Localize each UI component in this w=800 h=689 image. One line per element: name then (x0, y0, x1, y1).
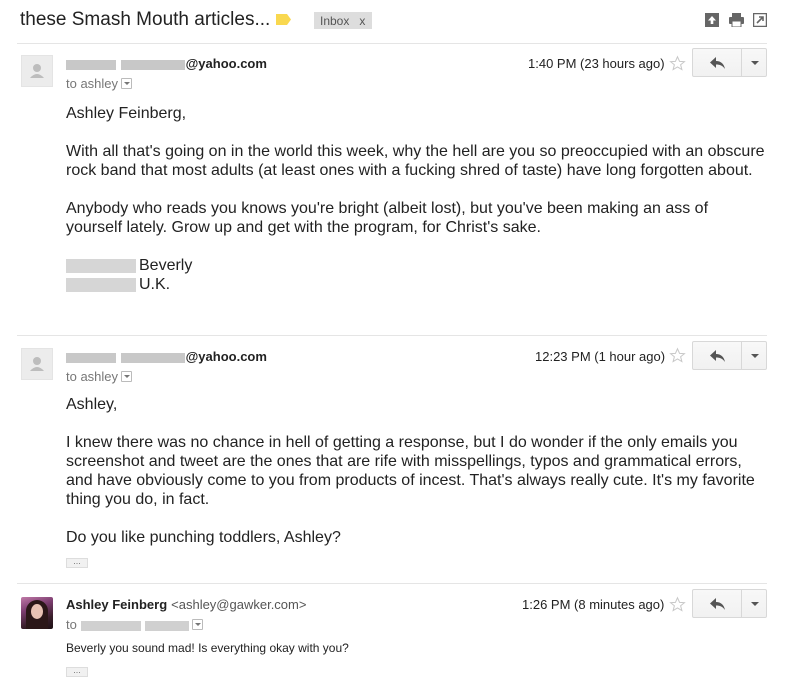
star-icon[interactable] (669, 55, 686, 72)
reply-button[interactable] (692, 589, 742, 618)
sender-avatar (21, 348, 53, 380)
archive-up-icon[interactable] (705, 13, 719, 27)
signature-line: U.K. (66, 275, 766, 294)
print-icon[interactable] (729, 13, 744, 27)
reply-button[interactable] (692, 341, 742, 370)
recipient-text: to (66, 617, 77, 632)
star-icon[interactable] (669, 596, 686, 613)
inbox-label-text: Inbox (320, 14, 350, 28)
thread-subject: these Smash Mouth articles... (20, 9, 271, 30)
message-time: 12:23 PM (1 hour ago) (535, 349, 666, 364)
label-tag-icon[interactable] (276, 14, 291, 25)
redacted-name (120, 352, 185, 363)
person-icon (30, 64, 44, 78)
message-time: 1:26 PM (8 minutes ago) (522, 597, 665, 612)
redacted-text (66, 258, 136, 273)
show-details-dropdown-icon[interactable] (121, 371, 133, 383)
avatar-face (31, 604, 43, 619)
body-paragraph: Anybody who reads you knows you're brigh… (66, 200, 709, 236)
message-divider (17, 335, 767, 336)
reply-button[interactable] (692, 48, 742, 77)
redacted-name (120, 59, 185, 70)
header-divider (17, 43, 767, 44)
redacted-text (66, 277, 136, 292)
recipient-line: to ashley (66, 76, 133, 91)
sender[interactable]: Ashley Feinberg <ashley@gawker.com> (66, 597, 306, 612)
redacted-name (66, 352, 116, 363)
redacted-name (144, 620, 189, 631)
show-trimmed-content-button[interactable]: ... (66, 666, 88, 677)
sender-avatar (21, 55, 53, 87)
thread-header: these Smash Mouth articles... Inbox x (0, 0, 800, 42)
more-options-button[interactable] (741, 48, 767, 77)
body-paragraph: Do you like punching toddlers, Ashley? (66, 529, 341, 546)
signature-location: U.K. (139, 276, 171, 293)
redacted-name (66, 59, 116, 70)
sender-avatar-photo (21, 597, 53, 629)
message-body: Ashley, I knew there was no chance in he… (66, 395, 766, 547)
reply-arrow-icon (710, 57, 725, 69)
body-paragraph: With all that's going on in the world th… (66, 143, 765, 179)
body-paragraph: I knew there was no chance in hell of ge… (66, 434, 755, 508)
show-trimmed-content-button[interactable]: ... (66, 557, 88, 568)
recipient-line: to (66, 617, 203, 632)
greeting: Ashley, (66, 396, 118, 413)
sender-email: <ashley@gawker.com> (171, 597, 307, 612)
sender-email: @yahoo.com (185, 349, 267, 364)
reply-arrow-icon (710, 350, 725, 362)
recipient-text: to ashley (66, 369, 119, 384)
remove-label-button[interactable]: x (359, 14, 365, 28)
signature-line: Beverly (66, 256, 766, 275)
more-options-button[interactable] (741, 589, 767, 618)
sender[interactable]: @yahoo.com (66, 56, 267, 71)
sender-name: Ashley Feinberg (66, 597, 168, 612)
recipient-line: to ashley (66, 369, 133, 384)
reply-arrow-icon (710, 598, 725, 610)
new-window-icon[interactable] (753, 13, 767, 27)
redacted-name (80, 620, 141, 631)
message-body: Ashley Feinberg, With all that's going o… (66, 104, 766, 294)
recipient-text: to ashley (66, 76, 119, 91)
sender[interactable]: @yahoo.com (66, 349, 267, 364)
star-icon[interactable] (669, 347, 686, 364)
message-divider (17, 583, 767, 584)
person-icon (30, 357, 44, 371)
message-body: Beverly you sound mad! Is everything oka… (66, 641, 349, 655)
show-details-dropdown-icon[interactable] (191, 619, 203, 631)
greeting: Ashley Feinberg, (66, 105, 187, 122)
more-options-button[interactable] (741, 341, 767, 370)
inbox-label-chip[interactable]: Inbox x (314, 12, 373, 29)
show-details-dropdown-icon[interactable] (121, 78, 133, 90)
message-time: 1:40 PM (23 hours ago) (528, 56, 665, 71)
signature-name: Beverly (139, 257, 193, 274)
sender-email: @yahoo.com (185, 56, 267, 71)
